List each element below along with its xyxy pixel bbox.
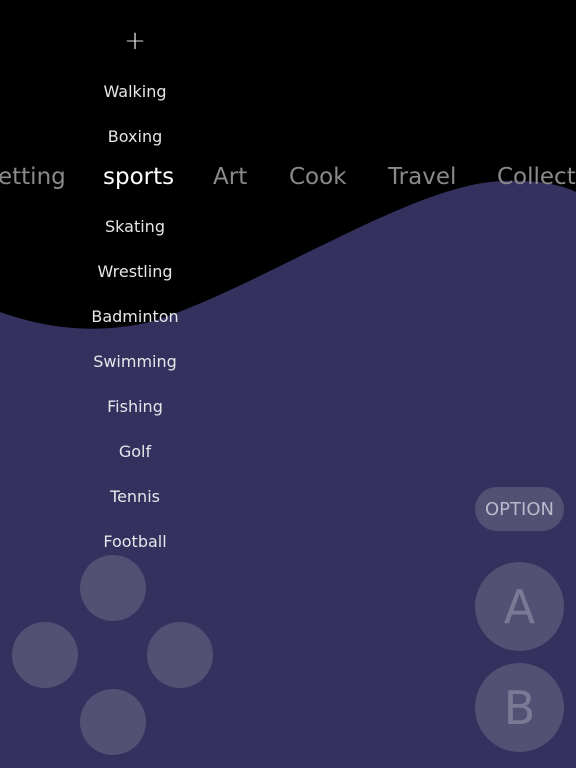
subcategory-boxing[interactable]: Boxing bbox=[35, 127, 235, 146]
category-cook[interactable]: Cook bbox=[289, 164, 347, 190]
subcategory-skating[interactable]: Skating bbox=[35, 217, 235, 236]
subcategory-walking[interactable]: Walking bbox=[35, 82, 235, 101]
dpad-down-button[interactable] bbox=[80, 689, 146, 755]
a-button[interactable]: A bbox=[475, 562, 564, 651]
subcategory-fishing[interactable]: Fishing bbox=[35, 397, 235, 416]
subcategory-wrestling[interactable]: Wrestling bbox=[35, 262, 235, 281]
category-setting[interactable]: etting bbox=[0, 164, 66, 190]
subcategory-swimming[interactable]: Swimming bbox=[35, 352, 235, 371]
b-button[interactable]: B bbox=[475, 663, 564, 752]
category-collecting[interactable]: Collectin bbox=[497, 164, 576, 190]
category-art[interactable]: Art bbox=[213, 164, 247, 190]
dpad-right-button[interactable] bbox=[147, 622, 213, 688]
category-sports[interactable]: sports bbox=[103, 164, 174, 190]
option-button[interactable]: OPTION bbox=[475, 487, 564, 531]
dpad-left-button[interactable] bbox=[12, 622, 78, 688]
category-travel[interactable]: Travel bbox=[388, 164, 456, 190]
subcategory-football[interactable]: Football bbox=[35, 532, 235, 551]
subcategory-golf[interactable]: Golf bbox=[35, 442, 235, 461]
subcategory-badminton[interactable]: Badminton bbox=[35, 307, 235, 326]
subcategory-tennis[interactable]: Tennis bbox=[35, 487, 235, 506]
wave-background bbox=[0, 180, 576, 768]
add-icon[interactable]: + bbox=[120, 26, 150, 56]
dpad-up-button[interactable] bbox=[80, 555, 146, 621]
